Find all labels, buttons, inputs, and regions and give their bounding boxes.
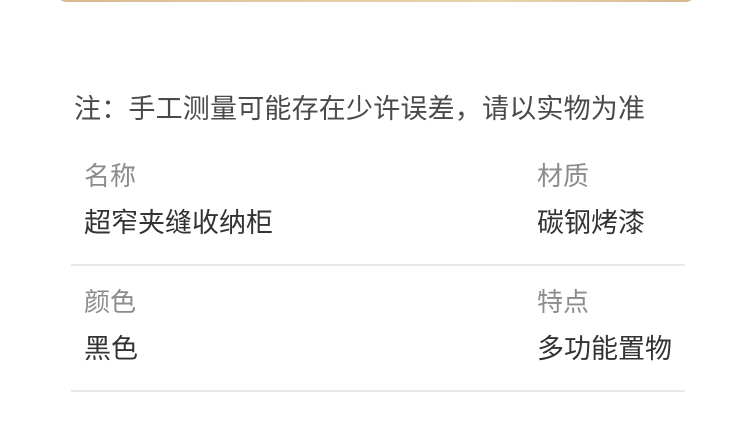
- spec-name: 名称 超窄夹缝收纳柜: [84, 160, 273, 241]
- spec-feature: 特点 多功能置物: [537, 286, 672, 367]
- product-spec-panel: 注：手工测量可能存在少许误差，请以实物为准 名称 超窄夹缝收纳柜 材质 碳钢烤漆…: [0, 0, 750, 447]
- spec-row-1: 名称 超窄夹缝收纳柜 材质 碳钢烤漆: [71, 140, 685, 266]
- spec-material: 材质 碳钢烤漆: [537, 160, 645, 241]
- spec-color: 颜色 黑色: [84, 286, 138, 367]
- measurement-note: 注：手工测量可能存在少许误差，请以实物为准: [74, 94, 646, 125]
- spec-feature-label: 特点: [537, 288, 590, 318]
- spec-color-value: 黑色: [84, 334, 138, 365]
- spec-material-value: 碳钢烤漆: [537, 208, 645, 239]
- product-image-edge: [55, 0, 697, 2]
- spec-material-label: 材质: [537, 162, 590, 192]
- spec-color-label: 颜色: [84, 288, 137, 318]
- spec-name-label: 名称: [84, 162, 137, 192]
- spec-feature-value: 多功能置物: [537, 334, 672, 365]
- spec-name-value: 超窄夹缝收纳柜: [84, 208, 273, 239]
- spec-row-2: 颜色 黑色 特点 多功能置物: [71, 266, 685, 392]
